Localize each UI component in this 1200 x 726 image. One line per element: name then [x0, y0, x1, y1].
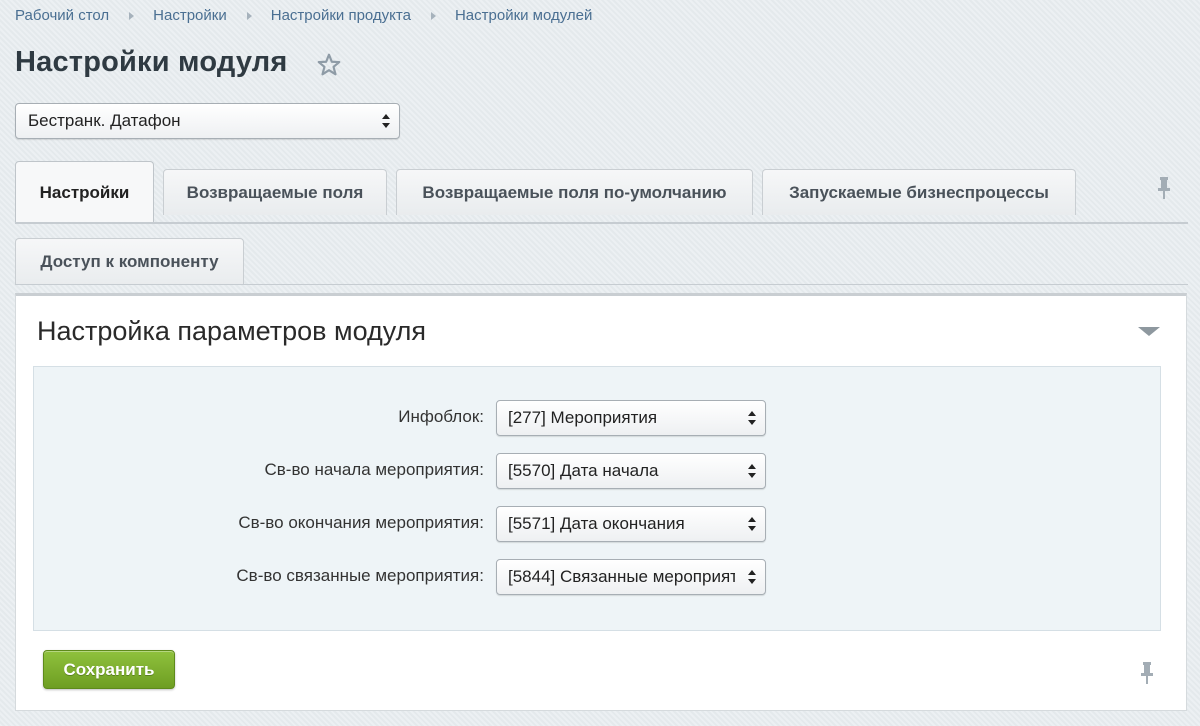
tab-divider: [15, 222, 1188, 224]
infoblock-select[interactable]: [277] Мероприятия: [496, 400, 766, 436]
select-arrows-icon: [382, 114, 390, 128]
breadcrumb-settings[interactable]: Настройки: [153, 7, 227, 24]
tab-returned-fields[interactable]: Возвращаемые поля: [163, 169, 387, 215]
related-events-select[interactable]: [5844] Связанные мероприятия: [496, 559, 766, 595]
tab-business-processes[interactable]: Запускаемые бизнеспроцессы: [762, 169, 1076, 215]
select-value: [5844] Связанные мероприятия: [508, 567, 735, 586]
section-title: Настройка параметров модуля: [37, 316, 427, 346]
tab-component-access[interactable]: Доступ к компоненту: [15, 238, 244, 285]
tab-label: Возвращаемые поля по-умолчанию: [422, 182, 727, 202]
select-value: [5570] Дата начала: [508, 461, 659, 480]
breadcrumb-product-settings[interactable]: Настройки продукта: [271, 7, 411, 24]
select-arrows-icon: [748, 517, 756, 531]
param-label-infoblock: Инфоблок:: [398, 407, 484, 426]
breadcrumb-separator-icon: [430, 11, 436, 20]
select-value: [5571] Дата окончания: [508, 514, 685, 533]
breadcrumb-desktop[interactable]: Рабочий стол: [15, 7, 109, 24]
breadcrumb: Рабочий стол Настройки Настройки продукт…: [15, 7, 592, 24]
select-arrows-icon: [748, 570, 756, 584]
pin-icon[interactable]: [1139, 662, 1155, 686]
select-arrows-icon: [748, 464, 756, 478]
tab-label: Доступ к компоненту: [40, 252, 219, 271]
module-select[interactable]: Бестранк. Датафон: [15, 103, 400, 139]
tab-default-returned-fields[interactable]: Возвращаемые поля по-умолчанию: [396, 169, 753, 215]
save-button[interactable]: Сохранить: [43, 650, 175, 689]
start-date-select[interactable]: [5570] Дата начала: [496, 453, 766, 489]
end-date-select[interactable]: [5571] Дата окончания: [496, 506, 766, 542]
collapse-arrow-icon[interactable]: [1138, 327, 1160, 336]
star-icon[interactable]: [316, 52, 342, 78]
settings-card: Настройка параметров модуля Инфоблок: [2…: [15, 293, 1187, 711]
tab-settings[interactable]: Настройки: [15, 161, 154, 223]
param-label-start-date: Св-во начала мероприятия:: [264, 460, 485, 479]
tab-label: Запускаемые бизнеспроцессы: [789, 182, 1049, 202]
param-label-end-date: Св-во окончания мероприятия:: [238, 513, 484, 532]
module-select-value: Бестранк. Датафон: [28, 111, 181, 130]
parameters-panel: Инфоблок: [277] Мероприятия Св-во начала…: [33, 366, 1161, 631]
pin-icon[interactable]: [1156, 177, 1172, 201]
tab-label: Настройки: [39, 182, 130, 202]
breadcrumb-separator-icon: [129, 11, 135, 20]
breadcrumb-module-settings[interactable]: Настройки модулей: [455, 7, 592, 24]
select-value: [277] Мероприятия: [508, 408, 658, 427]
select-arrows-icon: [748, 411, 756, 425]
param-label-related-events: Св-во связанные мероприятия:: [236, 566, 484, 585]
page-title: Настройки модуля: [15, 46, 288, 78]
breadcrumb-separator-icon: [246, 11, 252, 20]
tab-divider: [15, 284, 1188, 285]
tab-label: Возвращаемые поля: [186, 182, 364, 202]
